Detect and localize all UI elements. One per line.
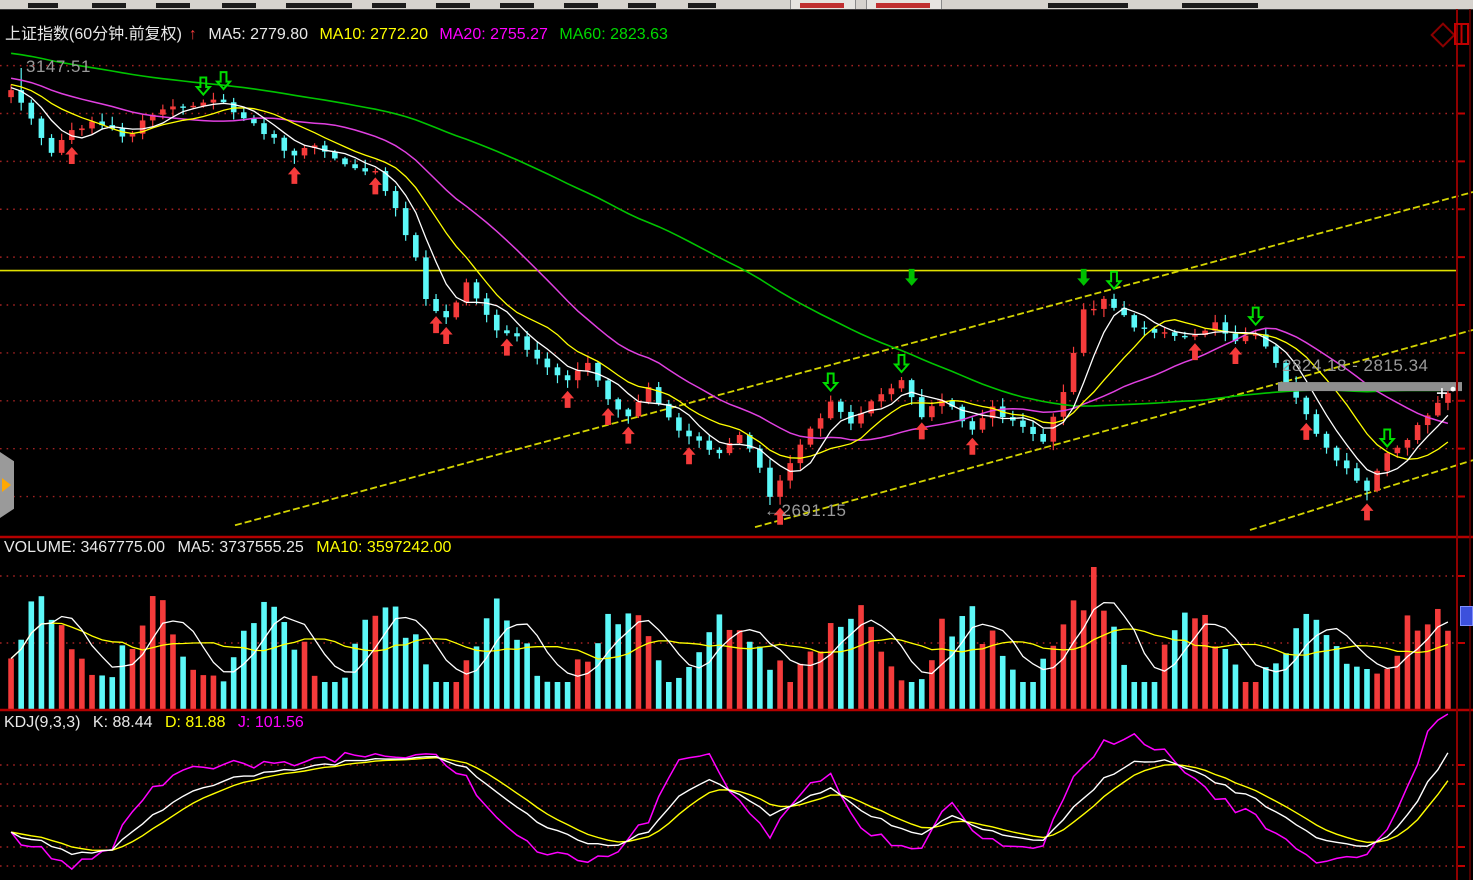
kdj-j-label: J: 101.56 — [238, 714, 304, 731]
main-chart-header: 上证指数(60分钟.前复权) ↑ MA5: 2779.80 MA10: 2772.… — [5, 20, 675, 44]
kdj-d-label: D: 81.88 — [165, 714, 225, 731]
scroll-right-button[interactable] — [1460, 606, 1473, 626]
low-price-label: ←2691.15 — [764, 501, 846, 521]
kdj-header: KDJ(9,3,3) K: 88.44 D: 81.88 J: 101.56 — [4, 714, 312, 732]
ma60-label: MA60: 2823.63 — [559, 26, 668, 43]
high-price-label: 3147.51 — [26, 57, 91, 77]
expand-sidebar-button[interactable] — [0, 452, 14, 518]
right-arrow-icon — [2, 478, 11, 492]
price-band-label: 2824.18 - 2815.34 — [1282, 356, 1429, 376]
chart-canvas[interactable] — [0, 0, 1473, 880]
volume-ma10-label: MA10: 3597242.00 — [316, 539, 451, 556]
diamond-icon — [1432, 24, 1455, 47]
trading-app-window: { "menu_bar": {"note": "top menu bar cli… — [0, 0, 1473, 880]
volume-header: VOLUME: 3467775.00 MA5: 3737555.25 MA10:… — [4, 539, 459, 557]
chart-tool-icons — [1432, 24, 1468, 47]
ma10-label: MA10: 2772.20 — [319, 26, 428, 43]
kdj-k-label: K: 88.44 — [93, 714, 153, 731]
volume-ma5-label: MA5: 3737555.25 — [177, 539, 303, 556]
ma5-label: MA5: 2779.80 — [208, 26, 308, 43]
trend-up-icon: ↑ — [189, 26, 197, 43]
ma20-label: MA20: 2755.27 — [439, 26, 548, 43]
volume-value-label: VOLUME: 3467775.00 — [4, 539, 165, 556]
symbol-title: 上证指数(60分钟.前复权) — [5, 26, 182, 43]
kdj-title: KDJ(9,3,3) — [4, 714, 80, 731]
